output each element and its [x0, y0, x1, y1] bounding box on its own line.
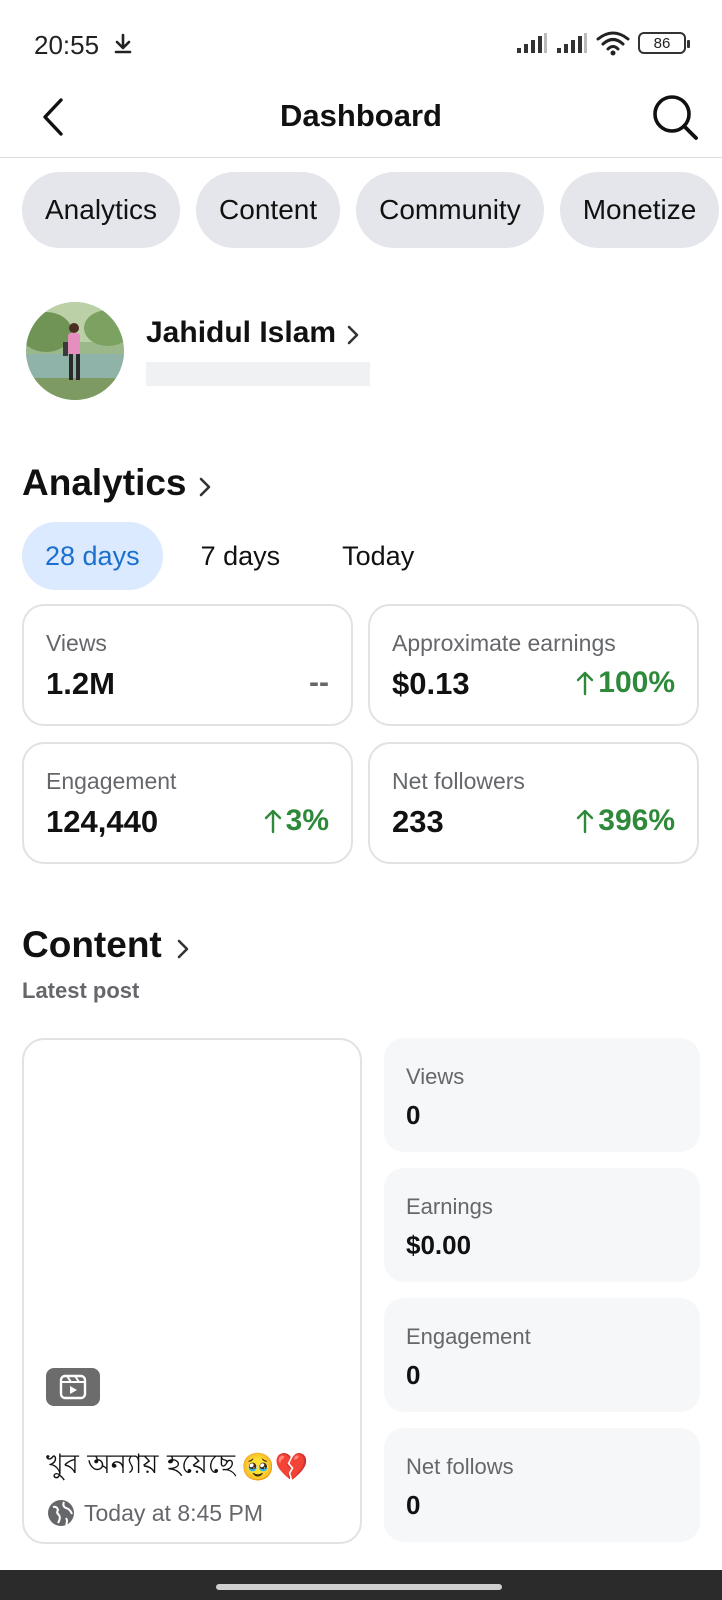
profile-name[interactable]: Jahidul Islam: [146, 316, 336, 350]
metric-views: Views 0: [384, 1038, 700, 1152]
metric-value: $0.00: [406, 1230, 472, 1260]
chip-monetize[interactable]: Monetize: [559, 172, 720, 248]
metric-net-follows: Net follows 0: [384, 1428, 700, 1542]
post-meta: Today at 8:45 PM: [46, 1498, 263, 1528]
globe-icon: [48, 1500, 74, 1526]
page-title: Dashboard: [280, 98, 442, 133]
download-icon: [114, 33, 132, 54]
analytics-chevron-right-icon[interactable]: [198, 476, 212, 498]
stat-change: 396%: [576, 804, 675, 838]
stat-change: 3%: [264, 804, 329, 838]
post-caption: খুব অন্যায় হয়েছে 🥹💔: [46, 1444, 308, 1489]
content-title[interactable]: Content: [22, 924, 162, 966]
stat-label: Engagement: [46, 768, 177, 794]
reel-icon: [46, 1368, 100, 1406]
metric-label: Engagement: [406, 1324, 531, 1349]
stat-change-value: 3%: [285, 804, 329, 837]
latest-post-card[interactable]: খুব অন্যায় হয়েছে 🥹💔 Today at 8:45 PM: [22, 1038, 362, 1544]
profile-subtitle-placeholder: [146, 362, 370, 386]
stat-card-net-followers[interactable]: Net followers 233 396%: [368, 742, 699, 864]
battery-icon: 86: [638, 32, 690, 54]
chevron-right-icon[interactable]: [346, 324, 360, 346]
battery-level: 86: [653, 34, 671, 52]
metric-label: Net follows: [406, 1454, 514, 1479]
tab-today[interactable]: Today: [342, 522, 414, 590]
arrow-up-icon: [577, 671, 594, 696]
metric-value: 0: [406, 1490, 421, 1520]
system-nav-bar: [0, 1570, 722, 1600]
post-caption-text: খুব অন্যায় হয়েছে: [46, 1449, 236, 1480]
stat-value: 124,440: [46, 804, 159, 839]
top-app-bar: Dashboard: [0, 80, 722, 158]
stat-label: Views: [46, 630, 107, 656]
metric-label: Earnings: [406, 1194, 493, 1219]
stat-change-value: --: [309, 666, 329, 699]
chip-analytics[interactable]: Analytics: [22, 172, 181, 248]
category-chips: Analytics Content Community Monetize: [22, 172, 720, 248]
avatar-photo: [26, 302, 124, 400]
post-caption-emojis: 🥹💔: [241, 1451, 309, 1482]
signal-icon: [517, 33, 547, 53]
stat-card-views[interactable]: Views 1.2M --: [22, 604, 353, 726]
analytics-title[interactable]: Analytics: [22, 462, 187, 504]
home-gesture-handle[interactable]: [216, 1584, 502, 1590]
arrow-up-icon: [577, 809, 594, 834]
metric-engagement: Engagement 0: [384, 1298, 700, 1412]
stat-value: 1.2M: [46, 666, 115, 701]
stat-change: 100%: [576, 666, 675, 700]
avatar[interactable]: [26, 302, 124, 400]
status-time: 20:55: [34, 30, 100, 60]
stat-change-value: 100%: [598, 666, 675, 699]
stat-card-earnings[interactable]: Approximate earnings $0.13 100%: [368, 604, 699, 726]
stat-change-value: 396%: [598, 804, 675, 837]
stat-label: Approximate earnings: [392, 630, 616, 656]
arrow-up-icon: [264, 809, 281, 834]
tab-7-days[interactable]: 7 days: [201, 522, 281, 590]
content-chevron-right-icon[interactable]: [176, 938, 190, 960]
wifi-icon: [596, 31, 630, 56]
metric-label: Views: [406, 1064, 465, 1089]
status-bar: 20:55 86: [0, 0, 722, 90]
latest-post-label: Latest post: [22, 978, 140, 1003]
metric-value: 0: [406, 1100, 421, 1130]
date-range-tabs: 28 days 7 days Today: [22, 522, 414, 590]
signal-icon-2: [557, 33, 587, 53]
chip-content[interactable]: Content: [196, 172, 341, 248]
stat-card-engagement[interactable]: Engagement 124,440 3%: [22, 742, 353, 864]
stat-value: $0.13: [392, 666, 470, 701]
metric-earnings: Earnings $0.00: [384, 1168, 700, 1282]
search-icon[interactable]: [650, 92, 700, 142]
tab-28-days[interactable]: 28 days: [22, 522, 163, 590]
stat-label: Net followers: [392, 768, 525, 794]
stat-value: 233: [392, 804, 444, 839]
stat-change: --: [309, 666, 329, 700]
chip-community[interactable]: Community: [356, 172, 544, 248]
metric-value: 0: [406, 1360, 421, 1390]
post-time: Today at 8:45 PM: [84, 1499, 263, 1526]
